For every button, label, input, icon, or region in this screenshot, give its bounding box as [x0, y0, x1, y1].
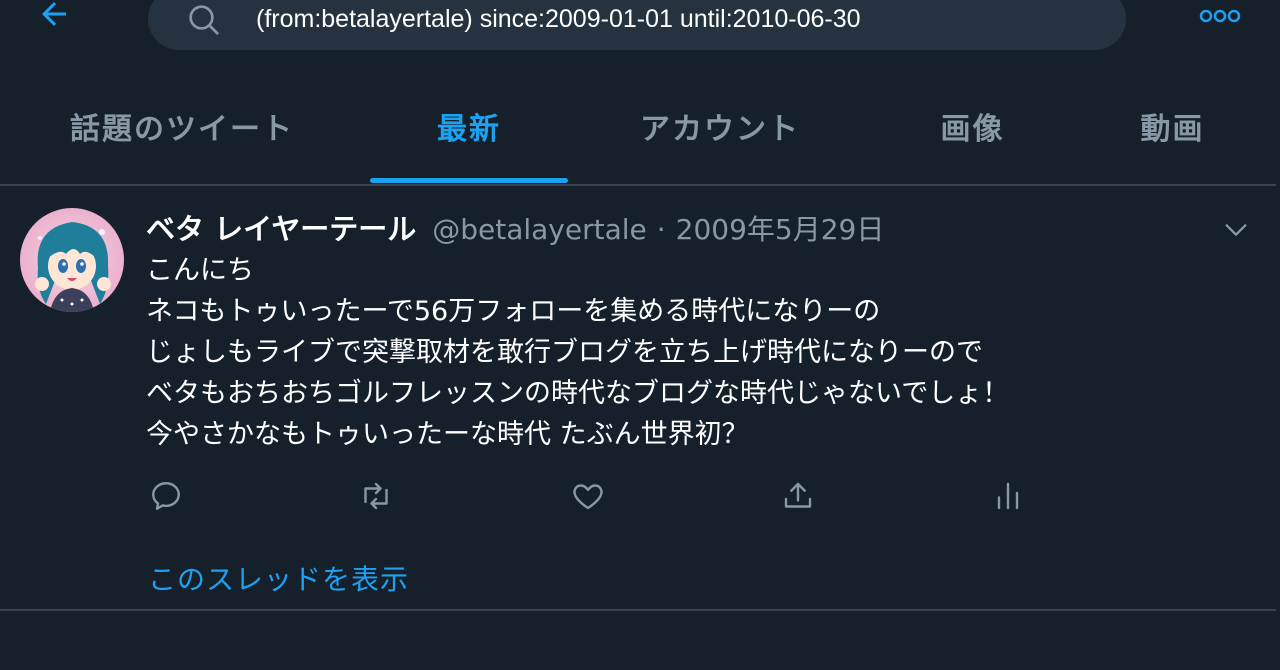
tab-videos[interactable]: 動画: [1100, 68, 1245, 183]
tweet-text: こんにち ネコもトゥいったーで56万フォローを集める時代になりーの じょしもライ…: [146, 250, 1206, 455]
share-icon: [784, 482, 812, 508]
display-name[interactable]: ベタ レイヤーテール: [146, 206, 416, 248]
tweet-divider: [0, 609, 1276, 611]
tweet-menu-button[interactable]: [1216, 210, 1256, 250]
tweet[interactable]: ベタ レイヤーテール @betalayertale · 2009年5月29日 こ…: [0, 188, 1276, 609]
tab-top[interactable]: 話題のツイート: [0, 68, 364, 183]
search-results-page: 話題のツイート 最新 アカウント 画像 動画: [0, 0, 1280, 670]
tab-photos[interactable]: 画像: [900, 68, 1045, 183]
tweet-text-line: 今やさかなもトゥいったーな時代 たぶん世界初？: [146, 419, 749, 450]
like-button[interactable]: [568, 476, 608, 516]
more-options-button[interactable]: [1190, 0, 1250, 38]
search-input[interactable]: [256, 2, 1096, 36]
search-icon: [189, 5, 219, 35]
arrow-left-icon: [42, 2, 66, 26]
chevron-down-icon: [1225, 224, 1247, 236]
analytics-button[interactable]: [988, 476, 1028, 516]
tweet-text-line: こんにち: [146, 255, 254, 286]
header-separator: ·: [656, 213, 666, 246]
retweet-icon: [364, 482, 388, 510]
avatar-illustration: [20, 208, 124, 312]
tweet-date[interactable]: 2009年5月29日: [676, 208, 885, 248]
retweet-button[interactable]: [356, 476, 396, 516]
avatar[interactable]: [20, 208, 124, 312]
share-button[interactable]: [778, 476, 818, 516]
tweet-text-line: ネコもトゥいったーで56万フォローを集める時代になりーの: [146, 296, 881, 327]
heart-icon: [573, 484, 603, 510]
back-button[interactable]: [30, 0, 78, 38]
analytics-icon: [997, 482, 1019, 510]
search-bar[interactable]: [148, 0, 1126, 50]
show-thread-link[interactable]: このスレッドを表示: [148, 558, 409, 598]
active-tab-indicator: [370, 178, 568, 183]
tweet-header: ベタ レイヤーテール @betalayertale · 2009年5月29日: [146, 206, 884, 246]
top-bar: [0, 0, 1280, 60]
reply-icon: [152, 482, 180, 510]
search-tabs: 話題のツイート 最新 アカウント 画像 動画: [0, 68, 1276, 185]
tweet-text-line: じょしもライブで突撃取材を敢行ブログを立ち上げ時代になりーので: [146, 337, 983, 368]
tab-people[interactable]: アカウント: [600, 68, 840, 183]
more-dots-icon: [1199, 9, 1241, 23]
tweet-actions: [146, 476, 1046, 516]
tabs-divider: [0, 184, 1276, 186]
tab-latest[interactable]: 最新: [370, 68, 568, 183]
tweet-text-line: ベタもおちおちゴルフレッスンの時代なブログな時代じゃないでしょ！: [146, 378, 1010, 409]
reply-button[interactable]: [146, 476, 186, 516]
user-handle[interactable]: @betalayertale: [432, 213, 647, 246]
